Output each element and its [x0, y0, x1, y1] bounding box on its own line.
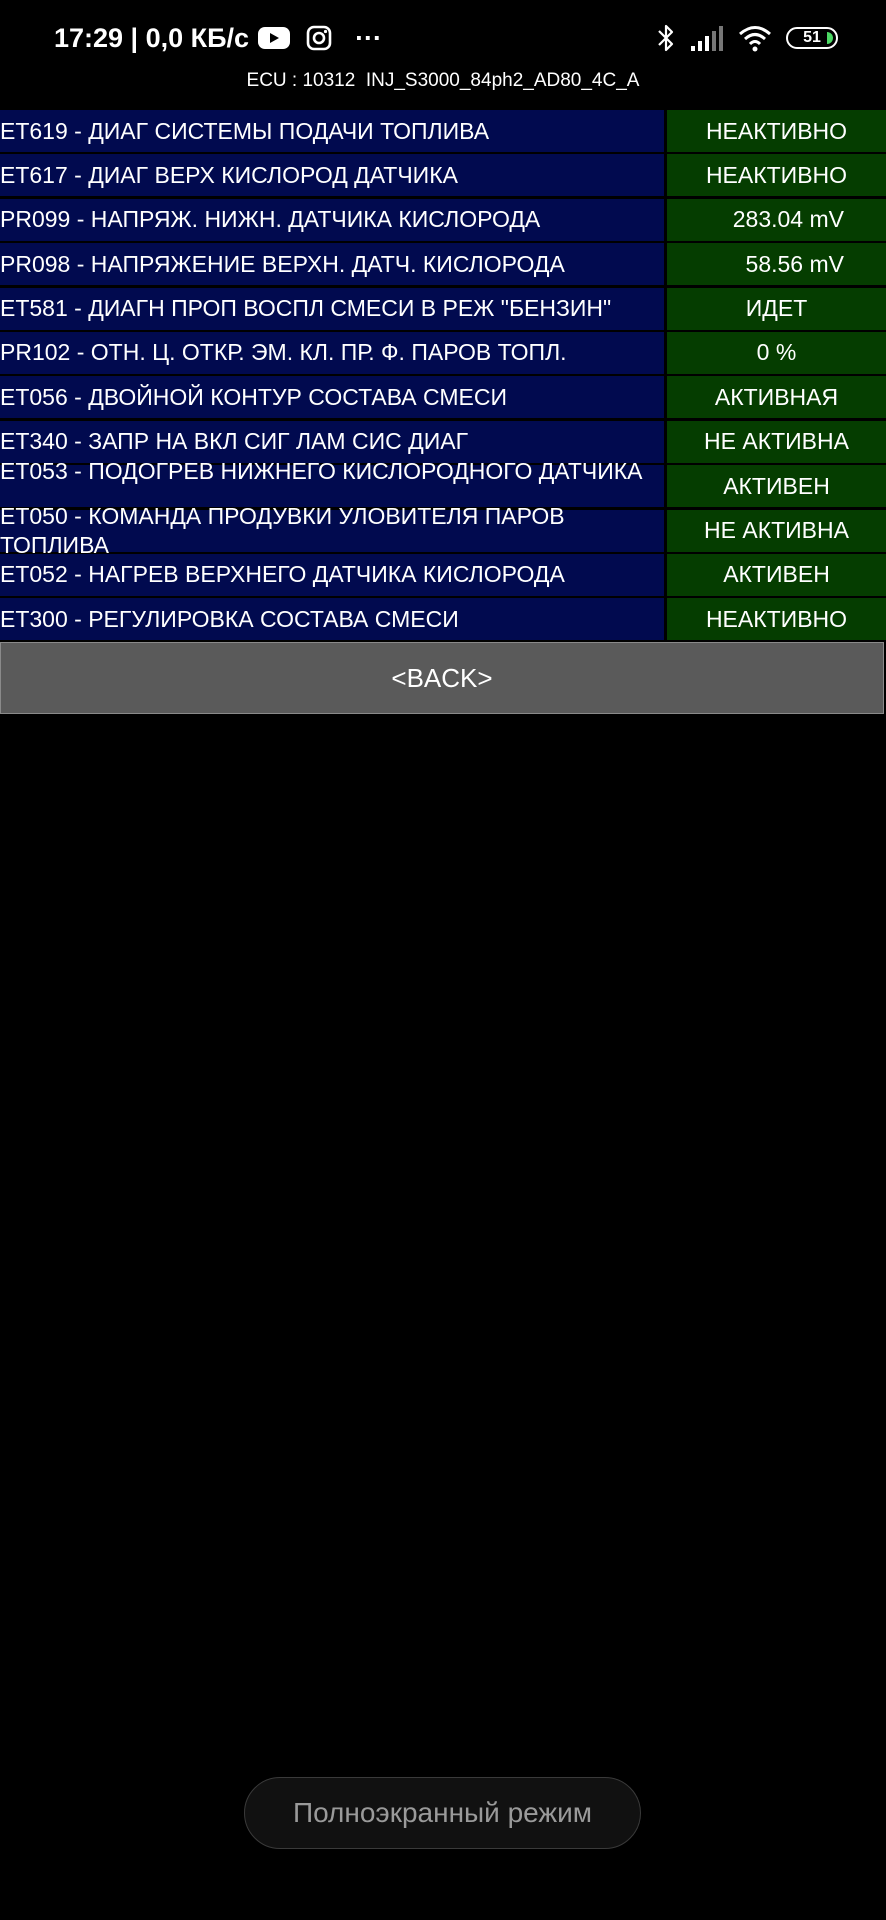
battery-fill: [827, 32, 833, 44]
parameter-row[interactable]: ET050 - КОМАНДА ПРОДУВКИ УЛОВИТЕЛЯ ПАРОВ…: [0, 503, 886, 558]
parameter-value: АКТИВНАЯ: [667, 376, 886, 419]
parameter-name: ET619 - ДИАГ СИСТЕМЫ ПОДАЧИ ТОПЛИВА: [0, 110, 664, 152]
status-bar-right: 51: [656, 20, 838, 56]
parameter-value: НЕ АКТИВНА: [667, 509, 886, 552]
parameter-row[interactable]: ET300 - РЕГУЛИРОВКА СОСТАВА СМЕСИ НЕАКТИ…: [0, 598, 886, 642]
parameter-row[interactable]: ET619 - ДИАГ СИСТЕМЫ ПОДАЧИ ТОПЛИВА НЕАК…: [0, 110, 886, 154]
parameter-row[interactable]: ET052 - НАГРЕВ ВЕРХНЕГО ДАТЧИКА КИСЛОРОД…: [0, 553, 886, 598]
parameter-row[interactable]: PR099 - НАПРЯЖ. НИЖН. ДАТЧИКА КИСЛОРОДА …: [0, 198, 886, 243]
youtube-icon: [257, 25, 291, 51]
parameter-name: PR102 - ОТН. Ц. ОТКР. ЭМ. КЛ. ПР. Ф. ПАР…: [0, 331, 664, 374]
parameter-value: НЕАКТИВНО: [667, 110, 886, 152]
status-time-speed: 17:29 | 0,0 КБ/с: [54, 22, 250, 53]
parameter-name: ET050 - КОМАНДА ПРОДУВКИ УЛОВИТЕЛЯ ПАРОВ…: [0, 502, 565, 558]
parameter-row[interactable]: PR102 - ОТН. Ц. ОТКР. ЭМ. КЛ. ПР. Ф. ПАР…: [0, 331, 886, 376]
parameter-name: ET053 - ПОДОГРЕВ НИЖНЕГО КИСЛОРОДНОГО ДА…: [0, 458, 643, 485]
more-notifications-indicator: ···: [355, 22, 383, 53]
parameter-name: PR099 - НАПРЯЖ. НИЖН. ДАТЧИКА КИСЛОРОДА: [0, 198, 664, 241]
parameter-name: ET056 - ДВОЙНОЙ КОНТУР СОСТАВА СМЕСИ: [0, 376, 664, 419]
fullscreen-mode-toast[interactable]: Полноэкранный режим: [244, 1777, 641, 1849]
battery-icon: 51: [786, 27, 838, 49]
parameter-name: ET581 - ДИАГН ПРОП ВОСПЛ СМЕСИ В РЕЖ "БЕ…: [0, 287, 664, 330]
bluetooth-icon: [656, 23, 676, 53]
parameter-value: НЕ АКТИВНА: [667, 420, 886, 463]
wifi-icon: [738, 24, 772, 52]
parameter-name: ET300 - РЕГУЛИРОВКА СОСТАВА СМЕСИ: [0, 598, 664, 641]
instagram-icon: [305, 24, 333, 52]
parameter-value: 0 %: [667, 331, 886, 374]
parameter-row[interactable]: ET617 - ДИАГ ВЕРХ КИСЛОРОД ДАТЧИКА НЕАКТ…: [0, 154, 886, 198]
parameter-name: ET617 - ДИАГ ВЕРХ КИСЛОРОД ДАТЧИКА: [0, 154, 664, 197]
parameter-value: НЕАКТИВНО: [667, 154, 886, 197]
parameter-value: 58.56 mV: [667, 243, 886, 286]
parameter-value: АКТИВЕН: [667, 465, 886, 508]
back-button[interactable]: <BACK>: [0, 642, 884, 714]
parameter-name: ET052 - НАГРЕВ ВЕРХНЕГО ДАТЧИКА КИСЛОРОД…: [0, 553, 664, 596]
cellular-signal-icon: [690, 24, 724, 52]
parameter-row[interactable]: ET056 - ДВОЙНОЙ КОНТУР СОСТАВА СМЕСИ АКТ…: [0, 376, 886, 420]
parameter-value: ИДЕТ: [667, 287, 886, 330]
parameter-row[interactable]: ET581 - ДИАГН ПРОП ВОСПЛ СМЕСИ В РЕЖ "БЕ…: [0, 287, 886, 332]
ecu-info: ECU : 10312 INJ_S3000_84ph2_AD80_4C_A: [246, 70, 640, 91]
battery-level: 51: [803, 29, 821, 46]
parameter-table: ET619 - ДИАГ СИСТЕМЫ ПОДАЧИ ТОПЛИВА НЕАК…: [0, 110, 886, 643]
parameter-value: 283.04 mV: [667, 198, 886, 241]
status-bar-left: 17:29 | 0,0 КБ/с ···: [54, 20, 382, 56]
parameter-name: PR098 - НАПРЯЖЕНИЕ ВЕРХН. ДАТЧ. КИСЛОРОД…: [0, 243, 664, 286]
status-bar: 17:29 | 0,0 КБ/с ··· 51: [0, 0, 886, 72]
parameter-value: НЕАКТИВНО: [667, 598, 886, 641]
parameter-value: АКТИВЕН: [667, 553, 886, 596]
parameter-row[interactable]: PR098 - НАПРЯЖЕНИЕ ВЕРХН. ДАТЧ. КИСЛОРОД…: [0, 243, 886, 287]
app-screen: 17:29 | 0,0 КБ/с ··· 51 ECU: 10312 INJ_…: [0, 0, 886, 1920]
